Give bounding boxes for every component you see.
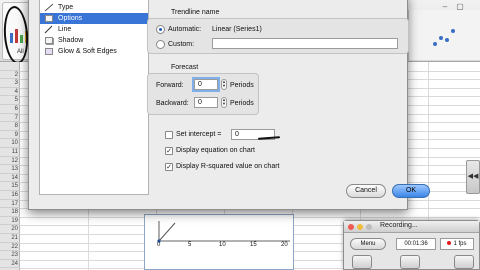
sidebar-item-type[interactable]: Type [40, 2, 148, 13]
ok-button[interactable]: OK [392, 184, 430, 198]
display-r-squared-label: Display R-squared value on chart [176, 163, 280, 170]
set-intercept-checkbox[interactable] [165, 131, 173, 139]
display-equation-checkbox[interactable]: ✓ [165, 147, 173, 155]
elapsed-time: 00:01:36 [396, 238, 436, 250]
fps-value: 1 fps [453, 241, 467, 247]
row-number[interactable]: 15 [0, 182, 20, 191]
recording-widget: Recording... Menu 00:01:36 1 fps [343, 220, 480, 270]
row-number[interactable]: 16 [0, 191, 20, 200]
backward-label: Backward: [156, 100, 189, 107]
forecast-title: Forecast [171, 64, 199, 71]
category-sidebar: Type Options Line Shadow Glow & Soft Edg… [39, 0, 149, 195]
format-trendline-dialog: Type Options Line Shadow Glow & Soft Edg… [28, 0, 430, 211]
sidebar-item-options[interactable]: Options [40, 13, 148, 24]
backward-stepper[interactable]: ▲ ▼ [221, 97, 227, 108]
automatic-label: Automatic: [168, 26, 202, 33]
row-number[interactable]: 23 [0, 251, 20, 260]
backward-input[interactable]: 0 [194, 97, 218, 108]
row-number[interactable]: 7 [0, 114, 20, 123]
row-number[interactable]: 18 [0, 208, 20, 217]
backward-unit: Periods [230, 100, 254, 107]
row-number[interactable]: 21 [0, 234, 20, 243]
line-icon [44, 25, 53, 34]
row-number[interactable] [0, 62, 20, 71]
set-intercept-label: Set intercept = [176, 131, 222, 138]
minimize-icon[interactable] [357, 224, 363, 230]
trendline-icon [44, 3, 54, 12]
row-number[interactable]: 24 [0, 260, 20, 269]
row-number[interactable]: 5 [0, 96, 20, 105]
restore-icon[interactable]: ▢ [455, 2, 465, 12]
forward-input[interactable]: 0 [194, 79, 218, 90]
minimize-icon[interactable]: – [440, 2, 450, 12]
scatter-chart-icon [433, 29, 455, 46]
row-number[interactable]: 20 [0, 225, 20, 234]
forward-label: Forward: [156, 82, 184, 89]
zoom-icon[interactable] [366, 224, 372, 230]
row-number[interactable]: 8 [0, 122, 20, 131]
cancel-button[interactable]: Cancel [346, 184, 386, 198]
pause-button[interactable] [352, 255, 372, 269]
sidebar-item-label: Type [58, 4, 74, 11]
row-number[interactable]: 17 [0, 200, 20, 209]
row-number[interactable]: 3 [0, 79, 20, 88]
row-number[interactable]: 9 [0, 131, 20, 140]
options-icon [45, 15, 53, 22]
glow-icon [45, 48, 53, 55]
x-tick-label: 0 [157, 242, 161, 248]
automatic-radio[interactable] [156, 25, 165, 34]
forecast-group: Forward: 0 ▲ ▼ Periods Backward: 0 ▲ ▼ Per… [147, 73, 259, 115]
row-number[interactable]: 2 [0, 71, 20, 80]
display-equation-label: Display equation on chart [176, 147, 255, 154]
row-number[interactable]: 4 [0, 88, 20, 97]
stop-button[interactable] [400, 255, 420, 269]
shadow-icon [45, 37, 53, 44]
row-number[interactable]: 10 [0, 139, 20, 148]
x-tick-label: 20 [281, 242, 288, 248]
sidebar-item-label: Options [58, 15, 83, 22]
row-number[interactable]: 6 [0, 105, 20, 114]
recording-title: Recording... [380, 222, 418, 229]
custom-name-input[interactable] [212, 38, 398, 49]
sidebar-item-glow[interactable]: Glow & Soft Edges [40, 46, 148, 57]
sidebar-item-line[interactable]: Line [40, 24, 148, 35]
scroll-handle[interactable]: ◀◀ [466, 160, 480, 194]
record-dot-icon [447, 241, 452, 245]
display-r-squared-checkbox[interactable]: ✓ [165, 163, 173, 171]
row-number[interactable]: 11 [0, 148, 20, 157]
settings-button[interactable] [454, 255, 474, 269]
close-icon[interactable] [348, 224, 354, 230]
chart-quick-layouts[interactable] [408, 10, 480, 60]
forward-stepper[interactable]: ▲ ▼ [221, 79, 227, 90]
forward-unit: Periods [230, 82, 254, 89]
chart-area[interactable]: 0 5 10 15 20 [144, 214, 294, 270]
sidebar-item-label: Line [58, 26, 72, 33]
x-tick-label: 15 [250, 242, 257, 248]
trendline-name-group: Automatic: Linear (Series1) Custom: [147, 18, 409, 54]
x-tick-label: 5 [188, 242, 192, 248]
row-number[interactable]: 13 [0, 165, 20, 174]
custom-label: Custom: [168, 41, 195, 48]
x-tick-label: 10 [219, 242, 226, 248]
row-number[interactable]: 12 [0, 157, 20, 166]
sidebar-item-shadow[interactable]: Shadow [40, 35, 148, 46]
recording-titlebar: Recording... [344, 221, 479, 233]
options-panel: Trendline name Automatic: Linear (Series… [137, 0, 430, 211]
frame-rate: 1 fps [440, 238, 474, 250]
sidebar-item-label: Shadow [58, 37, 84, 44]
trendline-name-title: Trendline name [171, 9, 220, 16]
custom-radio[interactable] [156, 40, 165, 49]
sidebar-item-label: Glow & Soft Edges [58, 48, 117, 55]
row-number[interactable]: 22 [0, 243, 20, 252]
row-number[interactable]: 14 [0, 174, 20, 183]
row-number[interactable]: 19 [0, 217, 20, 226]
menu-button[interactable]: Menu [350, 238, 386, 250]
automatic-value: Linear (Series1) [212, 26, 262, 33]
